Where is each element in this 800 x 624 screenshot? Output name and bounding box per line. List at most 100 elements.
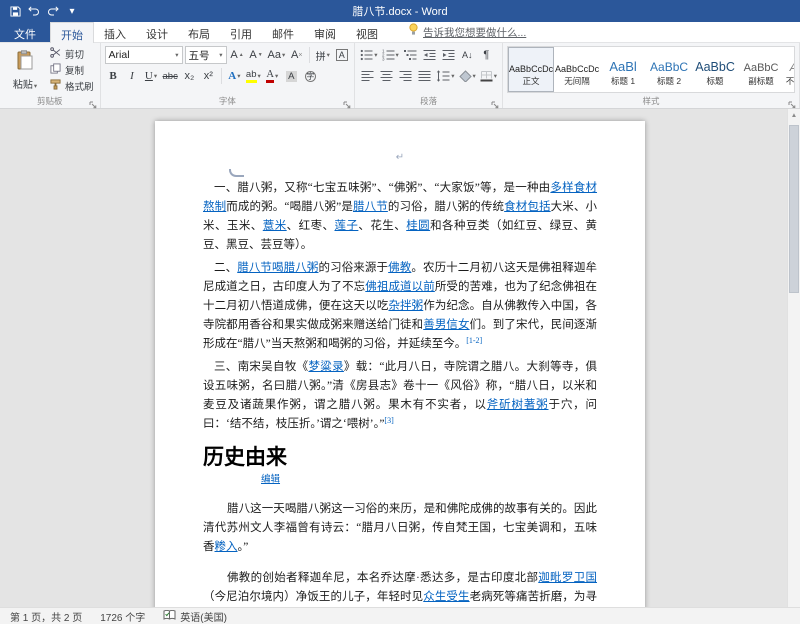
shading-button[interactable]: ▾ [458, 67, 477, 85]
tab-layout[interactable]: 布局 [178, 22, 220, 42]
language-status[interactable]: 英语(美国) [163, 609, 227, 624]
paste-button[interactable]: 粘贴▾ [4, 46, 46, 94]
shrink-font-icon: A [249, 49, 256, 61]
citation-ref[interactable]: [1-2] [466, 336, 482, 345]
doc-hyperlink[interactable]: 佛祖 [365, 281, 388, 293]
bold-button[interactable]: B [105, 67, 122, 85]
tell-me-box[interactable]: 告诉我您想要做什么... [402, 22, 532, 42]
doc-hyperlink[interactable]: 斧斫树著粥 [487, 399, 549, 411]
styles-group-label: 样式 [503, 95, 799, 107]
style-heading2[interactable]: AaBbC 标题 2 [646, 47, 692, 92]
strikethrough-button[interactable]: abc [162, 67, 179, 85]
tab-view[interactable]: 视图 [346, 22, 388, 42]
underline-button[interactable]: U▾ [143, 67, 160, 85]
citation-ref[interactable]: [3] [384, 416, 393, 425]
align-left-button[interactable] [359, 67, 376, 85]
style-no-spacing[interactable]: AaBbCcDc 无间隔 [554, 47, 600, 92]
numbering-caret-icon: ▾ [396, 51, 399, 59]
doc-hyperlink[interactable]: 成道以前 [388, 281, 434, 293]
font-color-button[interactable]: A▾ [264, 67, 281, 85]
highlight-button[interactable]: ab▾ [245, 67, 262, 85]
down-arrow-icon: ▼ [258, 52, 263, 58]
doc-hyperlink[interactable]: 薏米 [263, 220, 287, 232]
italic-button[interactable]: I [124, 67, 141, 85]
paragraph-dialog-launcher-icon[interactable] [491, 97, 500, 106]
text-effects-button[interactable]: A▾ [226, 67, 243, 85]
character-border-button[interactable]: A [333, 46, 350, 64]
vertical-scrollbar[interactable]: ▲ [787, 109, 800, 607]
doc-hyperlink[interactable]: 莲子 [334, 220, 358, 232]
tab-review[interactable]: 审阅 [304, 22, 346, 42]
undo-icon[interactable] [28, 4, 40, 18]
numbering-button[interactable]: 123▾ [381, 46, 400, 64]
save-icon[interactable] [9, 4, 21, 18]
copy-button[interactable]: 复制 [48, 62, 96, 77]
style-name: 不明显强调 [786, 75, 795, 87]
sort-button[interactable]: A↓ [459, 46, 476, 64]
doc-hyperlink[interactable]: 食材包括 [504, 201, 551, 213]
paste-label: 粘贴 [13, 80, 33, 91]
doc-hyperlink[interactable]: 腊八节 [353, 201, 388, 213]
style-normal[interactable]: AaBbCcDc 正文 [508, 47, 554, 92]
bullets-button[interactable]: ▾ [359, 46, 378, 64]
cut-button[interactable]: 剪切 [48, 46, 96, 61]
subscript-button[interactable]: x₂ [181, 67, 198, 85]
align-center-button[interactable] [378, 67, 395, 85]
shrink-font-button[interactable]: A▼ [248, 46, 265, 64]
tab-design[interactable]: 设计 [136, 22, 178, 42]
divider [221, 68, 222, 84]
justify-button[interactable] [416, 67, 433, 85]
tab-home[interactable]: 开始 [50, 22, 94, 43]
scrollbar-thumb[interactable] [789, 125, 799, 293]
doc-hyperlink[interactable]: 迦毗罗卫国 [538, 572, 597, 584]
doc-hyperlink[interactable]: 善男信女 [423, 319, 469, 331]
doc-hyperlink[interactable]: 佛教 [388, 262, 411, 274]
decrease-indent-button[interactable] [421, 46, 438, 64]
tab-insert[interactable]: 插入 [94, 22, 136, 42]
redo-icon[interactable] [47, 4, 59, 18]
doc-hyperlink[interactable]: 梦粱录 [308, 361, 343, 373]
doc-hyperlink[interactable]: 杂拌粥 [388, 300, 423, 312]
cut-label: 剪切 [65, 47, 84, 61]
clipboard-dialog-launcher-icon[interactable] [89, 97, 98, 106]
show-marks-button[interactable]: ¶ [478, 46, 495, 64]
align-right-button[interactable] [397, 67, 414, 85]
phonetic-guide-button[interactable]: 拼▾ [314, 46, 331, 64]
tab-references[interactable]: 引用 [220, 22, 262, 42]
line-spacing-button[interactable]: ▾ [435, 67, 455, 85]
tab-mailings[interactable]: 邮件 [262, 22, 304, 42]
font-dialog-launcher-icon[interactable] [343, 97, 352, 106]
multilevel-list-button[interactable] [402, 46, 419, 64]
scroll-up-icon[interactable]: ▲ [788, 109, 800, 122]
font-name-combo[interactable]: Arial ▾ [105, 46, 183, 64]
style-subtle-emphasis[interactable]: AaBbC 不明显强调 [784, 47, 795, 92]
change-case-button[interactable]: Aa▾ [267, 46, 287, 64]
doc-hyperlink[interactable]: 腊八节喝腊八粥 [237, 262, 318, 274]
style-heading1[interactable]: AaBl 标题 1 [600, 47, 646, 92]
enclose-characters-icon: 字 [305, 71, 316, 82]
grow-font-button[interactable]: A▲ [229, 46, 246, 64]
enclose-characters-button[interactable]: 字 [302, 67, 319, 85]
borders-button[interactable]: ▾ [479, 67, 498, 85]
character-shading-button[interactable]: A [283, 67, 300, 85]
increase-indent-button[interactable] [440, 46, 457, 64]
font-color-caret-icon: ▾ [275, 72, 278, 80]
doc-hyperlink[interactable]: 桂圆 [406, 220, 430, 232]
clear-formatting-button[interactable]: A× [288, 46, 305, 64]
doc-hyperlink[interactable]: 糁入 [215, 541, 238, 553]
style-preview: AaBbC [790, 52, 795, 74]
style-subtitle[interactable]: AaBbC 副标题 [738, 47, 784, 92]
doc-hyperlink[interactable]: 众生受生 [423, 591, 469, 603]
document-page[interactable]: ↵ 一、腊八粥，又称“七宝五味粥”、“佛粥”、“大家饭”等，是一种由多样食材熬制… [155, 121, 645, 607]
font-size-combo[interactable]: 五号 ▾ [185, 46, 227, 64]
edit-link[interactable]: 编辑 [261, 475, 280, 485]
styles-dialog-launcher-icon[interactable] [788, 97, 797, 106]
format-painter-button[interactable]: 格式刷 [48, 78, 96, 93]
style-title[interactable]: AaBbC 标题 [692, 47, 738, 92]
tab-file[interactable]: 文件 [0, 22, 50, 42]
page-number-status[interactable]: 第 1 页，共 2 页 [10, 609, 82, 624]
doc-text: 、花生、 [358, 220, 406, 232]
word-count-status[interactable]: 1726 个字 [100, 609, 145, 624]
qat-customize-icon[interactable]: ▾ [66, 4, 78, 18]
superscript-button[interactable]: x² [200, 67, 217, 85]
